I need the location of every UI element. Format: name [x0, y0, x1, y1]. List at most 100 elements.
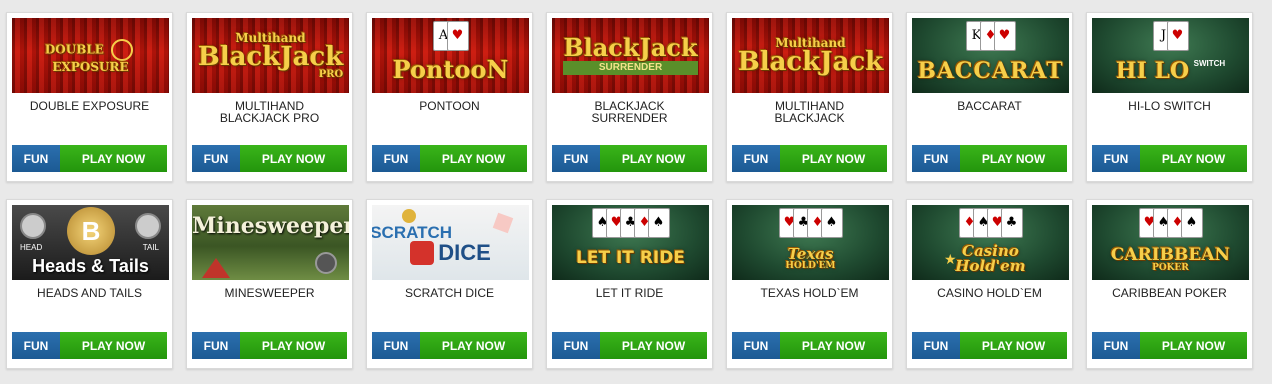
game-buttons: FUN PLAY NOW — [192, 332, 347, 359]
game-row: HEAD B TAIL Heads & Tails HEADS AND TAIL… — [6, 199, 1266, 369]
game-title: DOUBLE EXPOSURE — [29, 99, 150, 113]
game-card-baccarat[interactable]: K ♦ ♥ BACCARAT BACCARAT FUN PLAY NOW — [906, 12, 1073, 182]
game-title: HEADS AND TAILS — [37, 286, 142, 300]
game-buttons: FUN PLAY NOW — [372, 145, 527, 172]
game-card-multihand-blackjack[interactable]: Multihand BlackJack MULTIHAND BLACKJACK … — [726, 12, 893, 182]
die-icon — [492, 212, 514, 234]
game-buttons: FUN PLAY NOW — [732, 145, 887, 172]
game-title: LET IT RIDE — [595, 286, 664, 300]
play-now-button[interactable]: PLAY NOW — [60, 332, 167, 359]
play-now-button[interactable]: PLAY NOW — [240, 332, 347, 359]
fun-button[interactable]: FUN — [192, 145, 240, 172]
game-card-hi-lo-switch[interactable]: J ♥ HI LO SWITCH HI-LO SWITCH FUN PLAY NO… — [1086, 12, 1253, 182]
thumbnail-logo: BlackJack SURRENDER — [563, 33, 698, 75]
fun-button[interactable]: FUN — [912, 145, 960, 172]
playing-cards-icon: ♠ ♥ ♣ ♦ ♠ — [591, 208, 670, 238]
coin-icon — [402, 209, 416, 223]
play-now-button[interactable]: PLAY NOW — [780, 145, 887, 172]
game-card-double-exposure[interactable]: DOUBLE EXPOSURE DOUBLE EXPOSURE FUN PLAY… — [6, 12, 173, 182]
game-thumbnail[interactable]: Minesweeper — [192, 205, 349, 280]
fun-button[interactable]: FUN — [552, 332, 600, 359]
game-card-heads-and-tails[interactable]: HEAD B TAIL Heads & Tails HEADS AND TAIL… — [6, 199, 173, 369]
game-title: MULTIHAND BLACKJACK — [774, 99, 845, 125]
game-buttons: FUN PLAY NOW — [1092, 332, 1247, 359]
play-now-button[interactable]: PLAY NOW — [1140, 332, 1247, 359]
game-thumbnail[interactable]: HEAD B TAIL Heads & Tails — [12, 205, 169, 280]
game-card-multihand-blackjack-pro[interactable]: Multihand BlackJack PRO MULTIHAND BLACKJ… — [186, 12, 353, 182]
coin-icon — [20, 213, 46, 239]
fun-button[interactable]: FUN — [1092, 145, 1140, 172]
fun-button[interactable]: FUN — [732, 145, 780, 172]
game-buttons: FUN PLAY NOW — [732, 332, 887, 359]
fun-button[interactable]: FUN — [552, 145, 600, 172]
thumbnail-logo: SCRATCH DICE — [372, 223, 491, 265]
game-title: MULTIHAND BLACKJACK PRO — [219, 99, 320, 125]
game-thumbnail[interactable]: ♥ ♣ ♦ ♠ Texas HOLD'EM — [732, 205, 889, 280]
game-thumbnail[interactable]: ♠ ♥ ♣ ♦ ♠ LET IT RIDE — [552, 205, 709, 280]
game-buttons: FUN PLAY NOW — [12, 145, 167, 172]
game-thumbnail[interactable]: Multihand BlackJack — [732, 18, 889, 93]
fun-button[interactable]: FUN — [12, 332, 60, 359]
play-now-button[interactable]: PLAY NOW — [240, 145, 347, 172]
play-now-button[interactable]: PLAY NOW — [60, 145, 167, 172]
game-thumbnail[interactable]: DOUBLE EXPOSURE — [12, 18, 169, 93]
playing-cards-icon: ♥ ♣ ♦ ♠ — [778, 208, 843, 238]
play-now-button[interactable]: PLAY NOW — [420, 332, 527, 359]
play-now-button[interactable]: PLAY NOW — [600, 332, 707, 359]
game-card-pontoon[interactable]: A ♥ PontooN PONTOON FUN PLAY NOW — [366, 12, 533, 182]
playing-cards-icon: ♥ ♠ ♦ ♠ — [1138, 208, 1203, 238]
flag-icon — [202, 258, 230, 278]
play-now-button[interactable]: PLAY NOW — [960, 332, 1067, 359]
game-card-scratch-dice[interactable]: SCRATCH DICE SCRATCH DICE FUN PLAY NOW — [366, 199, 533, 369]
game-thumbnail[interactable]: A ♥ PontooN — [372, 18, 529, 93]
game-card-texas-holdem[interactable]: ♥ ♣ ♦ ♠ Texas HOLD'EM TEXAS HOLD`EM FUN PLA… — [726, 199, 893, 369]
game-title: SCRATCH DICE — [404, 286, 495, 300]
game-thumbnail[interactable]: BlackJack SURRENDER — [552, 18, 709, 93]
game-title: BLACKJACK SURRENDER — [591, 99, 668, 125]
game-card-caribbean-poker[interactable]: ♥ ♠ ♦ ♠ CARIBBEAN POKER CARIBBEAN POKER FUN… — [1086, 199, 1253, 369]
game-thumbnail[interactable]: K ♦ ♥ BACCARAT — [912, 18, 1069, 93]
thumbnail-logo: PontooN — [392, 54, 509, 84]
thumbnail-logo: Texas HOLD'EM — [785, 244, 836, 271]
game-thumbnail[interactable]: SCRATCH DICE — [372, 205, 529, 280]
game-title: BACCARAT — [957, 99, 1022, 113]
game-card-let-it-ride[interactable]: ♠ ♥ ♣ ♦ ♠ LET IT RIDE LET IT RIDE FUN PLAY N… — [546, 199, 713, 369]
fun-button[interactable]: FUN — [912, 332, 960, 359]
fun-button[interactable]: FUN — [1092, 332, 1140, 359]
thumbnail-logo: Multihand BlackJack — [737, 35, 884, 77]
thumbnail-logo: Heads & Tails — [32, 256, 149, 276]
game-thumbnail[interactable]: J ♥ HI LO SWITCH — [1092, 18, 1249, 93]
thumbnail-logo: DOUBLE EXPOSURE — [12, 38, 169, 73]
game-buttons: FUN PLAY NOW — [192, 145, 347, 172]
game-grid: DOUBLE EXPOSURE DOUBLE EXPOSURE FUN PLAY… — [6, 12, 1266, 369]
fun-button[interactable]: FUN — [192, 332, 240, 359]
fun-button[interactable]: FUN — [12, 145, 60, 172]
thumbnail-logo: Multihand BlackJack PRO — [197, 30, 344, 80]
play-now-button[interactable]: PLAY NOW — [1140, 145, 1247, 172]
game-title: HI-LO SWITCH — [1128, 99, 1211, 113]
play-now-button[interactable]: PLAY NOW — [780, 332, 887, 359]
red-die-icon — [410, 241, 435, 265]
thumbnail-logo: BACCARAT — [917, 57, 1064, 84]
game-buttons: FUN PLAY NOW — [552, 332, 707, 359]
game-card-blackjack-surrender[interactable]: BlackJack SURRENDER BLACKJACK SURRENDER … — [546, 12, 713, 182]
playing-cards-icon: J ♥ — [1152, 21, 1189, 51]
game-buttons: FUN PLAY NOW — [12, 332, 167, 359]
fun-button[interactable]: FUN — [372, 145, 420, 172]
bj-emblem-icon — [111, 38, 134, 61]
fun-button[interactable]: FUN — [372, 332, 420, 359]
game-title: MINESWEEPER — [224, 286, 315, 300]
play-now-button[interactable]: PLAY NOW — [600, 145, 707, 172]
game-card-minesweeper[interactable]: Minesweeper MINESWEEPER FUN PLAY NOW — [186, 199, 353, 369]
playing-cards-icon: ♦ ♠ ♥ ♣ — [958, 208, 1023, 238]
game-card-casino-holdem[interactable]: ♦ ♠ ♥ ♣ ★ Casino Hold'em CASINO HOLD`EM FUN… — [906, 199, 1073, 369]
play-now-button[interactable]: PLAY NOW — [960, 145, 1067, 172]
fun-button[interactable]: FUN — [732, 332, 780, 359]
game-thumbnail[interactable]: ♥ ♠ ♦ ♠ CARIBBEAN POKER — [1092, 205, 1249, 280]
game-thumbnail[interactable]: Multihand BlackJack PRO — [192, 18, 349, 93]
play-now-button[interactable]: PLAY NOW — [420, 145, 527, 172]
playing-cards-icon: K ♦ ♥ — [965, 21, 1016, 51]
thumbnail-logo: Casino Hold'em — [955, 241, 1026, 275]
game-thumbnail[interactable]: ♦ ♠ ♥ ♣ ★ Casino Hold'em — [912, 205, 1069, 280]
coin-icon — [135, 213, 161, 239]
